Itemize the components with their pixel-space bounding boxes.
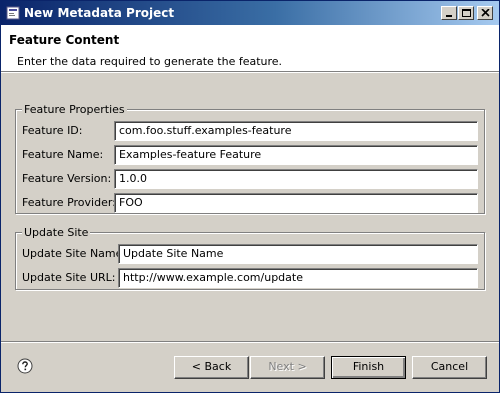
wizard-banner: Feature Content Enter the data required … <box>1 25 499 71</box>
feature-provider-label: Feature Provider: <box>22 196 116 209</box>
help-icon[interactable] <box>17 358 33 374</box>
feature-name-label: Feature Name: <box>22 148 104 161</box>
eclipse-app-icon <box>6 6 20 20</box>
feature-version-input[interactable]: 1.0.0 <box>114 169 478 189</box>
minimize-icon <box>446 15 452 17</box>
feature-version-label: Feature Version: <box>22 172 112 185</box>
next-button[interactable]: Next > <box>250 356 325 379</box>
update-site-url-input[interactable]: http://www.example.com/update <box>118 268 478 288</box>
page-description: Enter the data required to generate the … <box>17 55 283 68</box>
update-site-name-label: Update Site Name: <box>22 247 127 260</box>
back-button[interactable]: < Back <box>174 356 249 379</box>
title-bar[interactable]: New Metadata Project <box>1 1 499 25</box>
close-button[interactable] <box>477 6 493 20</box>
update-site-group: Update Site Update Site Name: Update Sit… <box>15 226 485 290</box>
feature-id-label: Feature ID: <box>22 124 83 137</box>
new-metadata-project-dialog: New Metadata Project Feature Content Ent… <box>0 0 500 393</box>
window-title: New Metadata Project <box>24 6 175 20</box>
feature-id-input[interactable]: com.foo.stuff.examples-feature <box>114 121 478 141</box>
update-site-legend: Update Site <box>22 226 91 239</box>
update-site-url-label: Update Site URL: <box>22 271 116 284</box>
cancel-button[interactable]: Cancel <box>412 356 487 379</box>
update-site-name-input[interactable]: Update Site Name <box>118 244 478 264</box>
page-title: Feature Content <box>9 33 120 47</box>
maximize-icon <box>462 9 471 17</box>
feature-name-input[interactable]: Examples-feature Feature <box>114 145 478 165</box>
feature-properties-group: Feature Properties Feature ID: com.foo.s… <box>15 103 485 214</box>
banner-divider-highlight <box>1 72 499 73</box>
close-icon <box>481 9 490 17</box>
finish-button[interactable]: Finish <box>331 356 406 379</box>
maximize-button[interactable] <box>458 6 474 20</box>
button-bar-divider-highlight <box>1 342 499 343</box>
feature-provider-input[interactable]: FOO <box>114 193 478 213</box>
feature-properties-legend: Feature Properties <box>22 103 127 116</box>
minimize-button[interactable] <box>441 6 457 20</box>
